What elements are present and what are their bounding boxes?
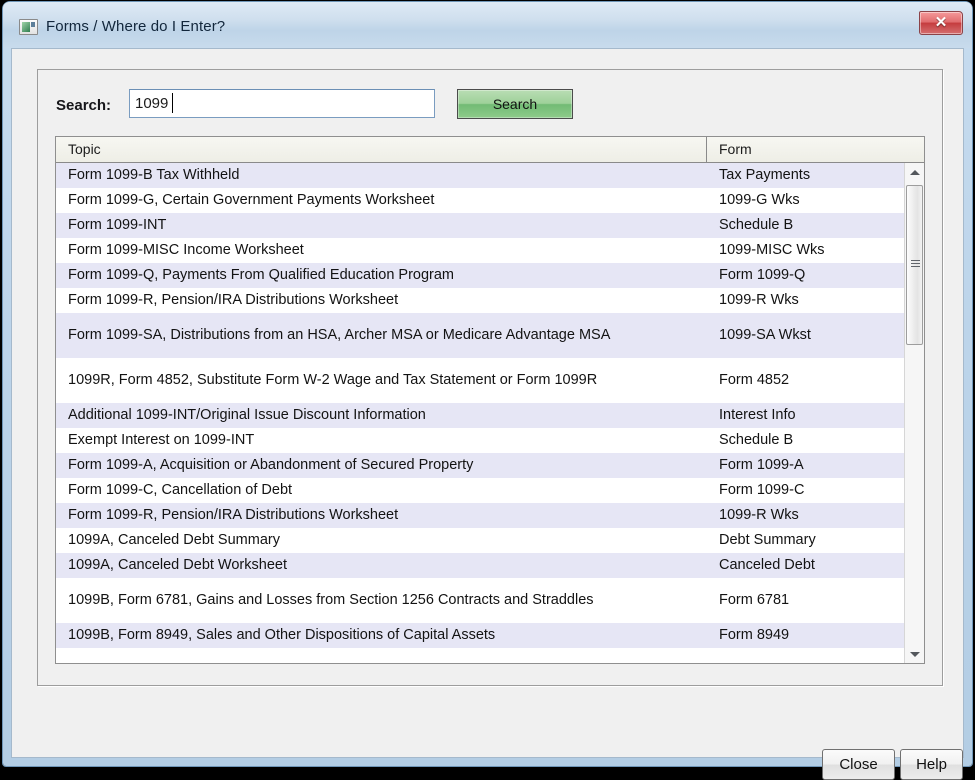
cell-form: Canceled Debt <box>719 557 815 573</box>
column-header-topic[interactable]: Topic <box>56 137 707 162</box>
cell-topic: Form 1099-B Tax Withheld <box>68 167 240 183</box>
cell-topic: 1099R, Form 4852, Substitute Form W-2 Wa… <box>68 372 598 388</box>
close-icon: ✕ <box>934 13 948 31</box>
cell-topic: 1099B, Form 6781, Gains and Losses from … <box>68 592 594 608</box>
cell-topic: Form 1099-A, Acquisition or Abandonment … <box>68 457 474 473</box>
window-title: Forms / Where do I Enter? <box>46 18 226 35</box>
cell-form: 1099-R Wks <box>719 292 799 308</box>
cell-topic: Form 1099-SA, Distributions from an HSA,… <box>68 327 611 343</box>
scroll-down-arrow-icon[interactable] <box>905 645 924 663</box>
table-row[interactable]: Additional 1099-INT/Original Issue Disco… <box>56 403 924 428</box>
search-button[interactable]: Search <box>457 89 573 119</box>
cell-form: Form 4852 <box>719 372 790 388</box>
table-row[interactable]: Form 1099-G, Certain Government Payments… <box>56 188 924 213</box>
cell-form: Form 1099-A <box>719 457 804 473</box>
scrollbar-grip-icon <box>911 260 920 269</box>
table-row[interactable]: Form 1099-R, Pension/IRA Distributions W… <box>56 288 924 313</box>
cell-form: 1099-G Wks <box>719 192 800 208</box>
table-row[interactable]: Form 1099-SA, Distributions from an HSA,… <box>56 313 924 358</box>
cell-form: Schedule B <box>719 217 794 233</box>
window-app-icon <box>19 19 38 35</box>
cell-topic: Form 1099-R, Pension/IRA Distributions W… <box>68 292 399 308</box>
table-row[interactable]: 1099A, Canceled Debt Summary Debt Summary <box>56 528 924 553</box>
table-row[interactable]: Form 1099-A, Acquisition or Abandonment … <box>56 453 924 478</box>
scroll-up-arrow-icon[interactable] <box>905 163 924 181</box>
cell-form: 1099-R Wks <box>719 507 799 523</box>
search-panel: Search: Search Topic Form Form 1099-B Ta… <box>37 69 943 686</box>
cell-form: Schedule B <box>719 432 794 448</box>
table-row[interactable]: Form 1099-R, Pension/IRA Distributions W… <box>56 503 924 528</box>
table-row[interactable]: 1099A, Canceled Debt Worksheet Canceled D… <box>56 553 924 578</box>
cell-form: 1099-SA Wkst <box>719 327 811 343</box>
table-row[interactable]: Exempt Interest on 1099-INT Schedule B <box>56 428 924 453</box>
help-button[interactable]: Help <box>900 749 963 780</box>
cell-form: Form 6781 <box>719 592 790 608</box>
cell-form: Debt Summary <box>719 532 816 548</box>
cell-topic: Form 1099-Q, Payments From Qualified Edu… <box>68 267 455 283</box>
results-table: Topic Form Form 1099-B Tax Withheld Tax P… <box>55 136 925 664</box>
search-label: Search: <box>56 97 112 114</box>
table-row[interactable]: 1099R, Form 4852, Substitute Form W-2 Wa… <box>56 358 924 403</box>
table-body: Form 1099-B Tax Withheld Tax Payments Form… <box>56 163 924 663</box>
cell-topic: 1099A, Canceled Debt Worksheet <box>68 557 287 573</box>
search-input[interactable] <box>129 89 435 118</box>
close-icon-button[interactable]: ✕ <box>919 11 963 35</box>
cell-topic: Form 1099-G, Certain Government Payments… <box>68 192 435 208</box>
table-row[interactable]: 1099B, Form 8949, Sales and Other Dispos… <box>56 623 924 648</box>
cell-form: Form 1099-C <box>719 482 805 498</box>
cell-topic: 1099B, Form 8949, Sales and Other Dispos… <box>68 627 496 643</box>
cell-topic: 1099A, Canceled Debt Summary <box>68 532 280 548</box>
cell-form: Tax Payments <box>719 167 811 183</box>
dialog-client-area: Search: Search Topic Form Form 1099-B Ta… <box>11 48 964 780</box>
cell-form: Form 8949 <box>719 627 790 643</box>
table-row[interactable]: 1099B, Form 6781, Gains and Losses from … <box>56 578 924 623</box>
scrollbar-thumb[interactable] <box>906 185 923 345</box>
cell-topic: Additional 1099-INT/Original Issue Disco… <box>68 407 426 423</box>
text-caret <box>172 93 173 113</box>
table-row[interactable]: Form 1099-C, Cancellation of Debt Form 10… <box>56 478 924 503</box>
cell-topic: Exempt Interest on 1099-INT <box>68 432 255 448</box>
table-row[interactable]: Form 1099-B Tax Withheld Tax Payments <box>56 163 924 188</box>
title-bar: Forms / Where do I Enter? ✕ <box>3 2 972 48</box>
cell-topic: Form 1099-C, Cancellation of Debt <box>68 482 293 498</box>
cell-topic: Form 1099-INT <box>68 217 167 233</box>
vertical-scrollbar[interactable] <box>904 163 924 663</box>
cell-form: Interest Info <box>719 407 796 423</box>
cell-topic: Form 1099-R, Pension/IRA Distributions W… <box>68 507 399 523</box>
cell-topic: Form 1099-MISC Income Worksheet <box>68 242 304 258</box>
column-header-form[interactable]: Form <box>707 137 924 162</box>
table-row[interactable]: Form 1099-MISC Income Worksheet 1099-MISC… <box>56 238 924 263</box>
close-button[interactable]: Close <box>822 749 895 780</box>
table-header-row: Topic Form <box>56 137 924 163</box>
table-row[interactable]: Form 1099-INT Schedule B <box>56 213 924 238</box>
cell-form: 1099-MISC Wks <box>719 242 825 258</box>
dialog-window: Forms / Where do I Enter? ✕ Search: Sear… <box>3 2 972 780</box>
cell-form: Form 1099-Q <box>719 267 806 283</box>
table-row[interactable]: Form 1099-Q, Payments From Qualified Edu… <box>56 263 924 288</box>
